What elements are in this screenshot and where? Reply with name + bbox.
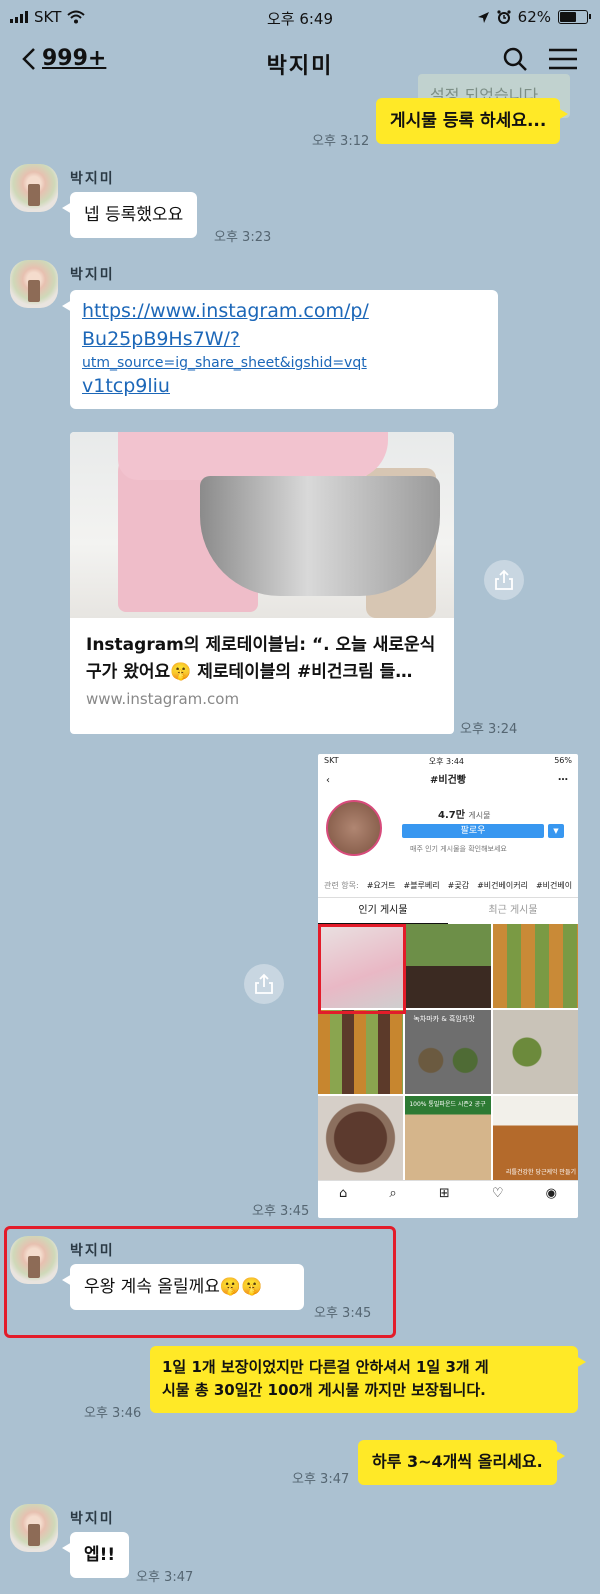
instagram-link-line-4[interactable]: v1tcp9liu <box>82 373 486 401</box>
shot-tile-text: 리틀건강한 당근케익 만들기 <box>505 1169 576 1176</box>
shot-tile <box>318 1010 404 1094</box>
their-message-bubble[interactable]: 넵 등록했오요 <box>61 192 198 239</box>
shot-post-count: 4.7만 <box>438 810 465 821</box>
avatar[interactable] <box>10 164 58 212</box>
battery-percent: 62% <box>517 8 551 26</box>
chat-header: 999+ 박지미 설정 되었습니다 <box>0 34 600 118</box>
shot-tab-top: 인기 게시물 <box>318 898 448 924</box>
my-message-bubble[interactable]: 1일 1개 보장이었지만 다른걸 안하셔서 1일 3개 게 시물 총 30일간 … <box>150 1346 586 1413</box>
message-time: 오후 3:47 <box>292 1472 350 1487</box>
status-bar: SKT 오후 6:49 62% <box>0 0 600 34</box>
shot-related-tag: #비건베이 <box>535 881 573 890</box>
search-icon[interactable] <box>502 46 528 72</box>
shot-more-icon: … <box>558 772 568 783</box>
instagram-link-line-2[interactable]: Bu25pB9Hs7W/? <box>82 326 486 354</box>
alarm-icon <box>497 10 511 24</box>
share-button[interactable] <box>244 964 284 1004</box>
shot-note: 매주 인기 게시물을 확인해보세요 <box>410 845 507 853</box>
message-text-line: 1일 1개 보장이었지만 다른걸 안하셔서 1일 3개 게 <box>162 1358 489 1376</box>
location-icon <box>477 11 489 23</box>
avatar[interactable] <box>10 260 58 308</box>
sender-name: 박지미 <box>70 1511 115 1527</box>
message-text-line: 시물 총 30일간 100개 게시물 까지만 보장됩니다. <box>162 1381 486 1400</box>
message-time: 오후 3:45 <box>252 1204 310 1219</box>
link-preview-domain: www.instagram.com <box>86 690 240 709</box>
search-icon: ⌕ <box>389 1186 397 1201</box>
shot-tile <box>405 924 491 1008</box>
menu-icon[interactable] <box>548 47 578 71</box>
profile-icon: ◉ <box>545 1186 557 1201</box>
share-icon <box>495 569 513 590</box>
message-time: 오후 3:47 <box>136 1570 194 1585</box>
sender-name: 박지미 <box>70 171 115 187</box>
shot-related-tag: #요거트 <box>366 881 396 890</box>
battery-icon <box>558 10 591 24</box>
share-button[interactable] <box>484 560 524 600</box>
plus-icon: ⊞ <box>438 1186 450 1201</box>
their-message-bubble[interactable]: 엡!! <box>61 1532 130 1579</box>
shot-tile: 녹차마카 & 흑임자맛 <box>405 1010 491 1094</box>
message-time: 오후 3:23 <box>214 230 272 245</box>
shot-tile-text: 100% 통밀파운드 시즌2 공구 <box>409 1101 486 1108</box>
shot-tile: 100% 통밀파운드 시즌2 공구 <box>405 1096 491 1180</box>
message-time: 오후 3:46 <box>84 1406 142 1421</box>
shot-bottom-nav: ⌂ ⌕ ⊞ ♡ ◉ <box>318 1180 578 1206</box>
shot-time: 오후 3:44 <box>428 757 465 766</box>
instagram-link-line-3[interactable]: utm_source=ig_share_sheet&igshid=vqt <box>82 353 486 373</box>
shot-hashtag-title: #비건빵 <box>430 775 466 786</box>
link-preview-title: Instagram의 제로테이블님: “. 오늘 새로운식구가 왔어요🤫 제로테… <box>86 635 436 683</box>
shot-tile <box>318 1096 404 1180</box>
shot-follow-button: 팔로우 <box>402 824 544 838</box>
shot-related-label: 관련 항목: <box>324 881 359 890</box>
shot-dropdown-icon: ▼ <box>548 824 564 838</box>
shot-tile-text: 녹차마카 & 흑임자맛 <box>413 1015 475 1023</box>
shot-related-tag: #비건베이커리 <box>477 881 528 890</box>
shot-post-count-label: 게시물 <box>468 811 491 820</box>
screenshot-image[interactable]: SKT 오후 3:44 56% ‹ #비건빵… 4.7만 게시물 팔로우 ▼ 매주 인… <box>318 754 578 1218</box>
link-message-bubble[interactable]: https://www.instagram.com/p/ Bu25pB9Hs7W… <box>62 290 498 409</box>
shot-related-tags: 관련 항목: #요거트 #블루베리 #곶감 #비건베이커리 #비건베이 <box>318 874 578 898</box>
shot-hashtag-avatar <box>326 800 382 856</box>
shot-back-icon: ‹ <box>326 775 330 786</box>
sender-name: 박지미 <box>70 267 115 283</box>
shot-tile: 리틀건강한 당근케익 만들기 <box>492 1096 578 1180</box>
shot-tab-recent: 최근 게시물 <box>488 905 538 916</box>
shot-tile <box>492 1010 578 1094</box>
shot-related-tag: #곶감 <box>447 881 470 890</box>
shot-tile <box>492 924 578 1008</box>
instagram-link-line-1[interactable]: https://www.instagram.com/p/ <box>82 298 486 326</box>
their-message-bubble[interactable]: 우왕 계속 올릴께요🤫🤫 <box>62 1264 304 1311</box>
message-time: 오후 3:45 <box>314 1306 372 1321</box>
link-preview-image <box>70 432 454 618</box>
shot-related-tag: #블루베리 <box>403 881 440 890</box>
sender-name: 박지미 <box>70 1243 115 1259</box>
link-preview-card[interactable]: Instagram의 제로테이블님: “. 오늘 새로운식구가 왔어요🤫 제로테… <box>70 432 454 734</box>
avatar[interactable] <box>10 1236 58 1284</box>
my-message-bubble[interactable]: 게시물 등록 하세요... <box>376 98 569 145</box>
avatar[interactable] <box>10 1504 58 1552</box>
my-message-bubble[interactable]: 하루 3~4개씩 올리세요. <box>358 1440 565 1485</box>
home-icon: ⌂ <box>339 1186 348 1201</box>
share-icon <box>255 973 273 994</box>
message-time: 오후 3:24 <box>460 722 518 737</box>
shot-carrier: SKT <box>324 756 339 765</box>
message-time: 오후 3:12 <box>312 134 370 149</box>
highlight-box <box>318 924 406 1014</box>
heart-icon: ♡ <box>491 1186 504 1201</box>
